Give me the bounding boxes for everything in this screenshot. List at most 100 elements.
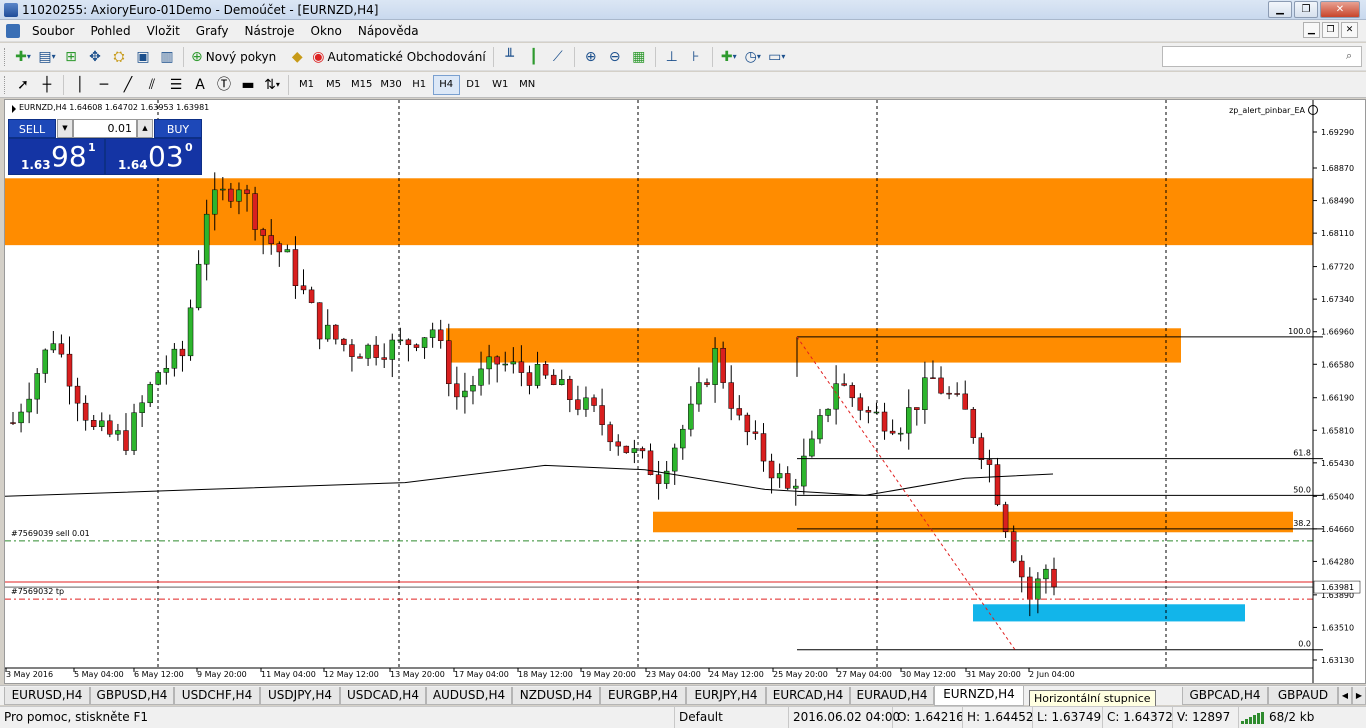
crosshair-button[interactable]: ┼: [35, 74, 59, 96]
menu-bar: Soubor Pohled Vložit Grafy Nástroje Okno…: [0, 20, 1366, 42]
close-button[interactable]: ✕: [1320, 1, 1360, 18]
templates-button[interactable]: ▭ ▾: [765, 46, 789, 68]
timeframe-m15[interactable]: M15: [347, 75, 376, 95]
menu-insert[interactable]: Vložit: [139, 24, 188, 38]
bear-candle: [1051, 568, 1057, 588]
text-label-button[interactable]: Ⓣ: [212, 74, 236, 96]
tile-windows-button[interactable]: ▦: [627, 46, 651, 68]
chart-restore-button[interactable]: ❐: [1322, 22, 1339, 38]
status-profile[interactable]: Default: [674, 707, 788, 728]
cursor-button[interactable]: ➚: [11, 74, 35, 96]
menu-charts[interactable]: Grafy: [188, 24, 237, 38]
timeframe-m30[interactable]: M30: [376, 75, 405, 95]
periods-button[interactable]: ◷ ▾: [741, 46, 765, 68]
tab-gbpaud[interactable]: GBPAUD: [1268, 687, 1338, 705]
profiles-button[interactable]: ▤ ▾: [35, 46, 59, 68]
tab-euraud[interactable]: EURAUD,H4: [850, 687, 934, 705]
candlestick-button[interactable]: ┃: [522, 46, 546, 68]
tab-nzdusd[interactable]: NZDUSD,H4: [512, 687, 600, 705]
arrows-button[interactable]: ⇅ ▾: [260, 74, 284, 96]
sell-button[interactable]: SELL: [8, 119, 56, 138]
buy-price-button[interactable]: 1.64 03 0: [105, 138, 202, 175]
shapes-button[interactable]: ▬: [236, 74, 260, 96]
line-chart-button[interactable]: ⟋: [546, 46, 570, 68]
text-button[interactable]: A: [188, 74, 212, 96]
supply-zone-middle: [446, 328, 1181, 363]
zoom-out-button[interactable]: ⊖: [603, 46, 627, 68]
toolbar-grip[interactable]: [4, 75, 7, 94]
bull-candle: [284, 249, 291, 253]
sell-price-button[interactable]: 1.63 98 1: [8, 138, 105, 175]
lot-decrease-button[interactable]: ▼: [57, 119, 73, 138]
data-window-button[interactable]: ✥: [83, 46, 107, 68]
tab-gbpcad[interactable]: GBPCAD,H4: [1182, 687, 1268, 705]
bar-chart-button[interactable]: ╨: [498, 46, 522, 68]
vertical-line-button[interactable]: │: [68, 74, 92, 96]
navigator-button[interactable]: ⛭: [107, 46, 131, 68]
crosshair-icon: ┼: [42, 76, 52, 93]
menu-window[interactable]: Okno: [303, 24, 350, 38]
menu-view[interactable]: Pohled: [82, 24, 138, 38]
chart-close-button[interactable]: ✕: [1341, 22, 1358, 38]
tabs-scroll-right[interactable]: ▶: [1352, 687, 1366, 705]
tab-usdchf[interactable]: USDCHF,H4: [174, 687, 260, 705]
bear-candle: [244, 189, 250, 194]
line-chart-icon: ⟋: [552, 48, 563, 65]
new-chart-button[interactable]: ✚ ▾: [11, 46, 35, 68]
timeframe-h1[interactable]: H1: [406, 75, 433, 95]
bear-candle: [228, 188, 234, 202]
time-tick-label: 3 May 2016: [6, 670, 53, 679]
terminal-button[interactable]: ▣: [131, 46, 155, 68]
buy-button[interactable]: BUY: [154, 119, 202, 138]
bear-candle: [994, 464, 1001, 505]
autoscroll-button[interactable]: ⊦: [684, 46, 708, 68]
fibonacci-button[interactable]: ☰: [164, 74, 188, 96]
tester-button[interactable]: ▥: [155, 46, 179, 68]
restore-button[interactable]: ❐: [1294, 1, 1318, 18]
new-order-button[interactable]: ⊕ Nový pokyn: [188, 46, 279, 68]
fibonacci-icon: ☰: [169, 76, 183, 93]
chart-window-icon[interactable]: [6, 23, 20, 38]
timeframe-m1[interactable]: M1: [293, 75, 320, 95]
indicators-button[interactable]: ✚ ▾: [717, 46, 741, 68]
tab-gbpusd[interactable]: GBPUSD,H4: [90, 687, 174, 705]
lot-increase-button[interactable]: ▲: [137, 119, 153, 138]
horizontal-line-button[interactable]: ─: [92, 74, 116, 96]
tab-eurnzd[interactable]: EURNZD,H4: [934, 686, 1024, 706]
menu-help[interactable]: Nápověda: [350, 24, 427, 38]
timeframe-m5[interactable]: M5: [320, 75, 347, 95]
tab-eurcad[interactable]: EURCAD,H4: [766, 687, 850, 705]
trendline-button[interactable]: ╱: [116, 74, 140, 96]
tab-eurusd[interactable]: EURUSD,H4: [4, 687, 90, 705]
timeframe-h4[interactable]: H4: [432, 74, 460, 95]
lot-size-input[interactable]: 0.01: [73, 119, 137, 138]
tab-eurgbp[interactable]: EURGBP,H4: [600, 687, 686, 705]
one-click-trading-panel: SELL ▼ 0.01 ▲ BUY 1.63 98 1 1.64 03 0: [8, 119, 202, 175]
tab-usdcad[interactable]: USDCAD,H4: [340, 687, 426, 705]
tabs-scroll-left[interactable]: ◀: [1338, 687, 1352, 705]
minimize-button[interactable]: ▁: [1268, 1, 1292, 18]
channel-button[interactable]: ⫽: [140, 74, 164, 96]
bear-candle: [744, 414, 751, 433]
search-input[interactable]: [1162, 46, 1362, 67]
chart-minimize-button[interactable]: ▁: [1303, 22, 1320, 38]
tab-audusd[interactable]: AUDUSD,H4: [426, 687, 512, 705]
time-tick-label: 9 May 20:00: [197, 670, 247, 679]
metaeditor-button[interactable]: ◆: [285, 46, 309, 68]
timeframe-d1[interactable]: D1: [460, 75, 487, 95]
timeframe-w1[interactable]: W1: [487, 75, 514, 95]
menu-file[interactable]: Soubor: [24, 24, 82, 38]
chart-window[interactable]: 100.0 61.8 50.0 38.2 0.0 #7569039 sell 0.01 #7…: [4, 99, 1366, 684]
zoom-in-button[interactable]: ⊕: [579, 46, 603, 68]
market-watch-button[interactable]: ⊞: [59, 46, 83, 68]
tab-usdjpy[interactable]: USDJPY,H4: [260, 687, 340, 705]
toolbar-grip[interactable]: [4, 47, 7, 66]
price-chart[interactable]: 100.0 61.8 50.0 38.2 0.0 #7569039 sell 0.01 #7…: [5, 100, 1365, 683]
auto-trading-button[interactable]: ◉ Automatické Obchodování: [309, 46, 488, 68]
timeframe-mn[interactable]: MN: [514, 75, 541, 95]
search-icon[interactable]: ⌕: [1346, 50, 1358, 62]
bear-candle: [550, 374, 557, 385]
menu-tools[interactable]: Nástroje: [237, 24, 303, 38]
tab-eurjpy[interactable]: EURJPY,H4: [686, 687, 766, 705]
chart-shift-button[interactable]: ⊥: [660, 46, 684, 68]
